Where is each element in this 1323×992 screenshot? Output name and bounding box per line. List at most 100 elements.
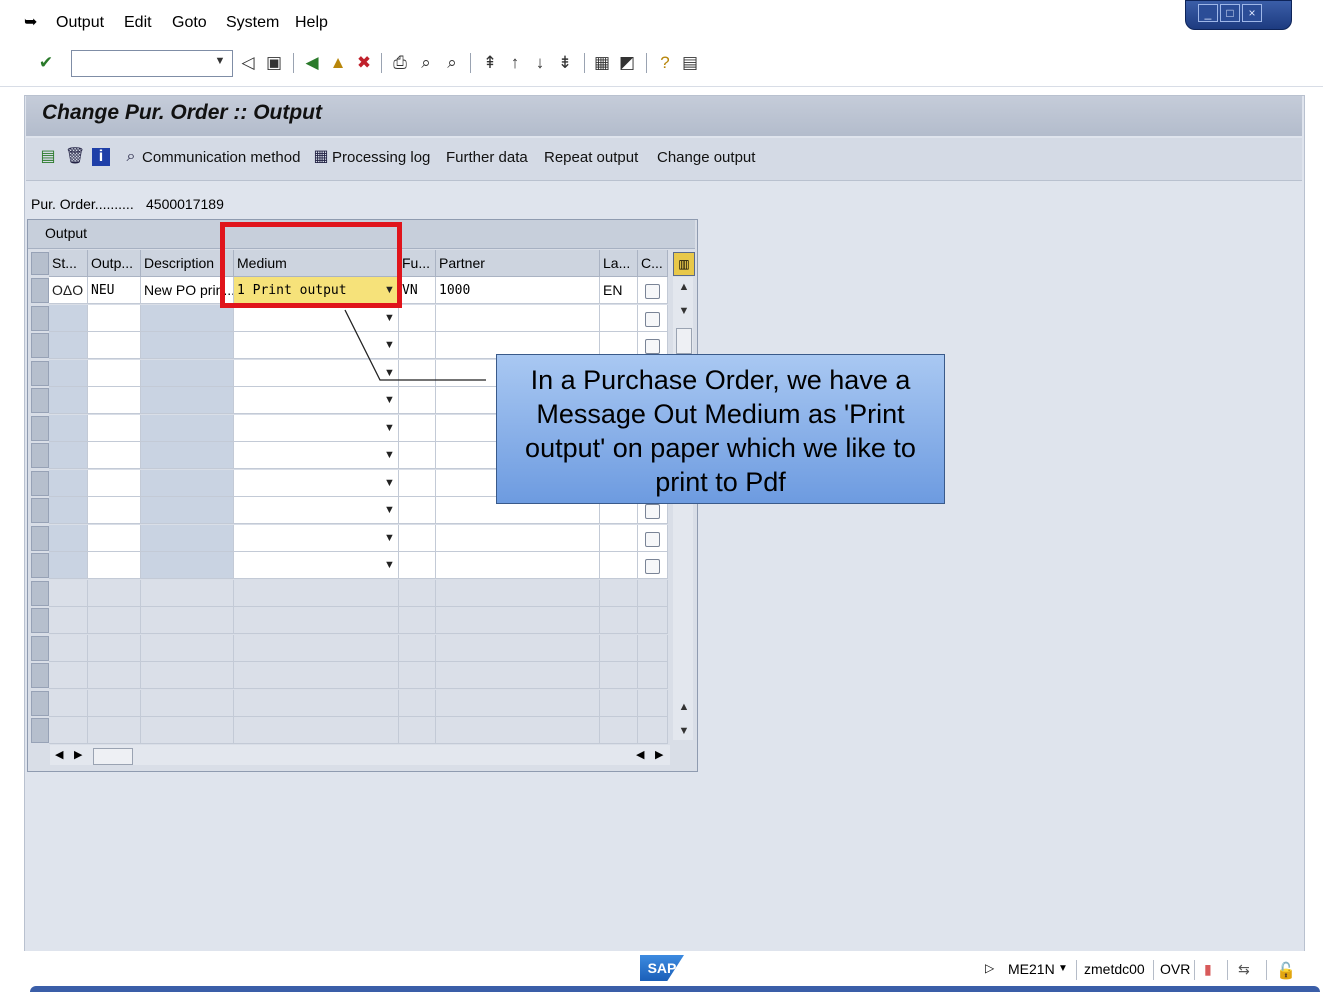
select-all-button[interactable] [31,252,49,275]
save-icon[interactable]: ▣ [264,52,284,74]
scroll-right-icon[interactable]: ▶ [655,748,663,761]
chevron-down-icon[interactable]: ▼ [384,532,395,544]
column-header-function[interactable]: Fu... [399,250,436,277]
delete-icon[interactable]: 🗑 [65,146,85,168]
table-cell[interactable] [88,359,141,387]
language-cell[interactable]: EN [600,277,638,304]
table-cell[interactable] [88,304,141,332]
table-cell[interactable] [399,469,436,497]
row-selector[interactable] [31,580,49,606]
chevron-down-icon[interactable]: ▼ [384,394,395,406]
row-selector[interactable] [31,360,49,386]
chevron-down-icon[interactable]: ▼ [213,55,227,71]
layout-icon[interactable]: ▤ [680,52,700,74]
menu-help[interactable]: Help [295,14,328,32]
minimize-icon[interactable]: _ [1198,4,1218,22]
partner-cell[interactable]: 1000 [436,277,600,304]
transaction-code[interactable]: ME21N [1008,961,1055,977]
table-cell[interactable] [234,414,399,442]
info-icon[interactable]: i [92,148,110,166]
scroll-left-icon[interactable]: ◀ [636,748,644,761]
function-cell[interactable]: VN [399,277,436,304]
table-cell[interactable] [234,497,399,524]
cancel-icon[interactable]: ✖ [354,52,374,74]
details-icon[interactable]: ▤ [38,146,58,168]
table-cell[interactable] [234,332,399,359]
column-settings-icon[interactable]: ▥ [673,252,695,276]
row-selector[interactable] [31,498,49,523]
row-selector[interactable] [31,333,49,358]
table-cell[interactable] [399,497,436,524]
enter-icon[interactable]: ✔ [36,52,56,74]
further-data-button[interactable]: Further data [446,149,528,166]
processing-log-button[interactable]: Processing log [332,149,430,166]
table-cell[interactable] [234,304,399,332]
row-selector[interactable] [31,443,49,468]
table-cell[interactable] [234,469,399,497]
chevron-down-icon[interactable]: ▼ [384,422,395,434]
change-checkbox[interactable] [645,311,660,327]
table-cell[interactable] [399,332,436,359]
next-page-icon[interactable]: ↓ [530,52,550,74]
scroll-thumb[interactable] [676,328,692,354]
create-session-icon[interactable]: ▦ [592,52,612,74]
scroll-left-icon[interactable]: ◀ [55,748,63,761]
horizontal-scroll-thumb[interactable] [93,748,133,765]
row-selector[interactable] [31,278,49,303]
change-checkbox[interactable] [645,339,660,354]
processing-log-icon[interactable]: ▦ [311,146,331,168]
row-selector[interactable] [31,635,49,661]
row-selector[interactable] [31,608,49,633]
change-checkbox[interactable] [645,559,660,574]
maximize-icon[interactable]: □ [1220,4,1240,22]
row-selector[interactable] [31,718,49,743]
exit-icon[interactable]: ▲ [328,52,348,74]
menu-edit[interactable]: Edit [124,14,152,32]
find-next-icon[interactable]: ⌕ [442,52,462,74]
table-cell[interactable] [436,524,600,552]
green-back-icon[interactable]: ◀ [302,52,322,74]
chevron-down-icon[interactable]: ▼ [1058,963,1068,974]
scroll-down-icon[interactable]: ▼ [675,725,693,737]
row-selector[interactable] [31,415,49,441]
table-cell[interactable] [399,387,436,414]
table-cell[interactable] [88,524,141,552]
chevron-down-icon[interactable]: ▼ [384,559,395,571]
magnifier-icon[interactable]: ⌕ [121,146,141,168]
chevron-down-icon[interactable]: ▼ [384,449,395,461]
scroll-up-icon[interactable]: ▲ [675,701,693,713]
table-cell[interactable] [399,359,436,387]
change-checkbox[interactable] [645,531,660,547]
scroll-right-icon[interactable]: ▶ [74,748,82,761]
menu-system[interactable]: System [226,14,279,32]
row-selector[interactable] [31,388,49,413]
table-cell[interactable] [436,552,600,579]
repeat-output-button[interactable]: Repeat output [544,149,638,166]
horizontal-scrollbar[interactable] [50,745,670,765]
table-cell[interactable] [399,524,436,552]
table-cell[interactable] [88,552,141,579]
table-cell[interactable] [600,524,638,552]
table-cell[interactable] [399,304,436,332]
scroll-down-icon[interactable]: ▼ [675,305,693,317]
table-cell[interactable] [600,552,638,579]
row-selector[interactable] [31,305,49,331]
column-header-output[interactable]: Outp... [88,250,141,277]
table-cell[interactable] [88,387,141,414]
row-selector[interactable] [31,553,49,578]
table-cell[interactable] [234,552,399,579]
chevron-down-icon[interactable]: ▼ [384,312,395,324]
chevron-down-icon[interactable]: ▼ [384,477,395,489]
chevron-down-icon[interactable]: ▼ [384,504,395,516]
column-header-change[interactable]: C... [638,250,668,277]
change-checkbox[interactable] [645,504,660,519]
table-cell[interactable] [88,497,141,524]
performance-icon[interactable]: ▮ [1204,961,1212,978]
row-selector[interactable] [31,690,49,716]
previous-page-icon[interactable]: ↑ [505,52,525,74]
chevron-down-icon[interactable]: ▼ [384,339,395,351]
table-cell[interactable] [399,442,436,469]
column-header-status[interactable]: St... [49,250,88,277]
table-cell[interactable] [234,442,399,469]
change-checkbox[interactable] [645,284,660,299]
